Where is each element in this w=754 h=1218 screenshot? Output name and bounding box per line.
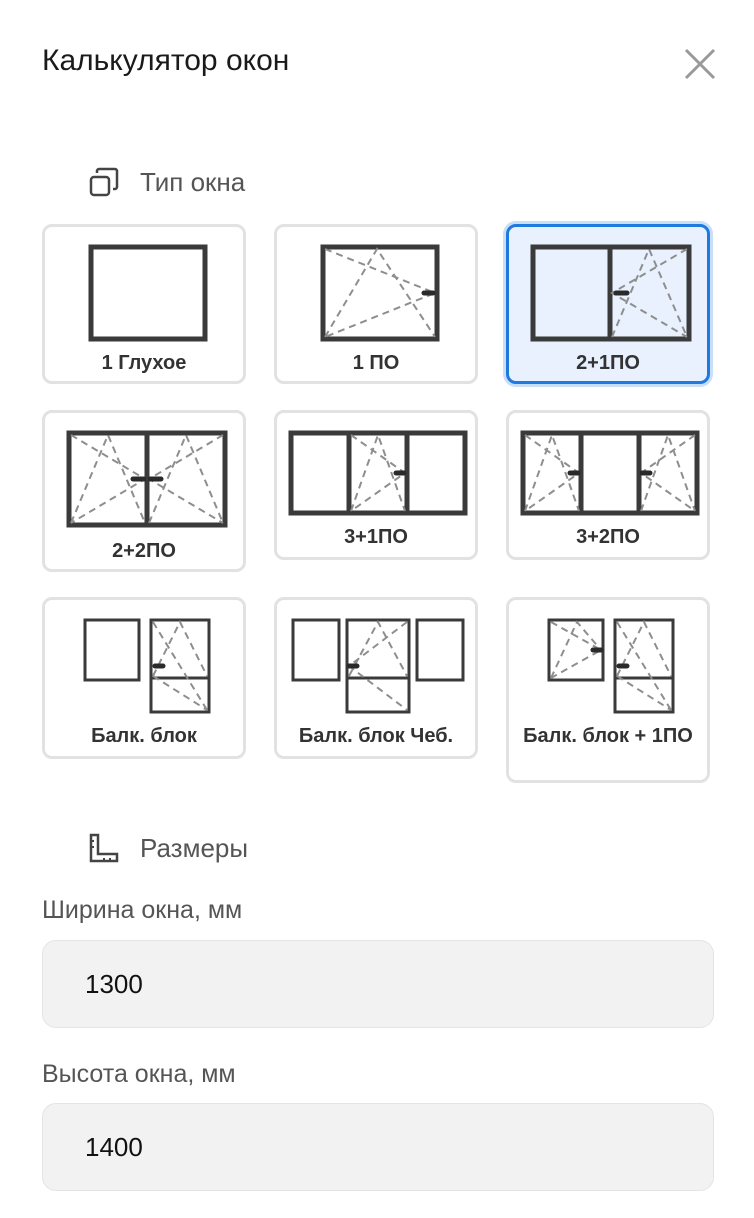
width-label: Ширина окна, мм	[42, 896, 243, 924]
window-option-3-1po[interactable]: 3+1ПО	[274, 410, 478, 560]
window-option-label: 2+2ПО	[112, 540, 176, 562]
window-option-balcony-block-1po[interactable]: Балк. блок + 1ПО	[506, 597, 710, 783]
ruler-icon	[89, 833, 119, 863]
window-option-balcony-block-cheb[interactable]: Балк. блок Чеб.	[274, 597, 478, 759]
close-icon	[684, 48, 716, 80]
windows-stack-icon	[89, 167, 119, 197]
window-option-1-po[interactable]: 1 ПО	[274, 224, 478, 384]
window-option-label: Балк. блок + 1ПО	[523, 725, 693, 747]
window-option-1-gluhoe[interactable]: 1 Глухое	[42, 224, 246, 384]
page-title: Калькулятор окон	[42, 44, 290, 77]
height-field[interactable]	[42, 1103, 714, 1191]
width-field[interactable]	[42, 940, 714, 1028]
window-option-3-2po[interactable]: 3+2ПО	[506, 410, 710, 560]
balcony-block-1po-icon	[547, 618, 675, 714]
window-option-label: Балк. блок Чеб.	[298, 725, 454, 747]
window-option-2-1po[interactable]: 2+1ПО	[506, 224, 710, 384]
section-dimensions-title: Размеры	[140, 832, 249, 863]
section-window-type: Тип окна	[88, 166, 245, 198]
window-option-balcony-block[interactable]: Балк. блок	[42, 597, 246, 759]
window-option-label: 2+1ПО	[576, 352, 640, 374]
window-option-2-2po[interactable]: 2+2ПО	[42, 410, 246, 572]
window-option-label: 1 ПО	[352, 352, 400, 374]
window-option-label: 1 Глухое	[101, 352, 187, 374]
window-option-label: 3+2ПО	[576, 526, 640, 548]
close-button[interactable]	[680, 44, 720, 84]
window-option-label: 3+1ПО	[344, 526, 408, 548]
window-option-label: Балк. блок	[91, 725, 197, 747]
height-label: Высота окна, мм	[42, 1060, 236, 1088]
section-window-type-title: Тип окна	[140, 166, 246, 197]
section-dimensions: Размеры	[88, 832, 248, 864]
